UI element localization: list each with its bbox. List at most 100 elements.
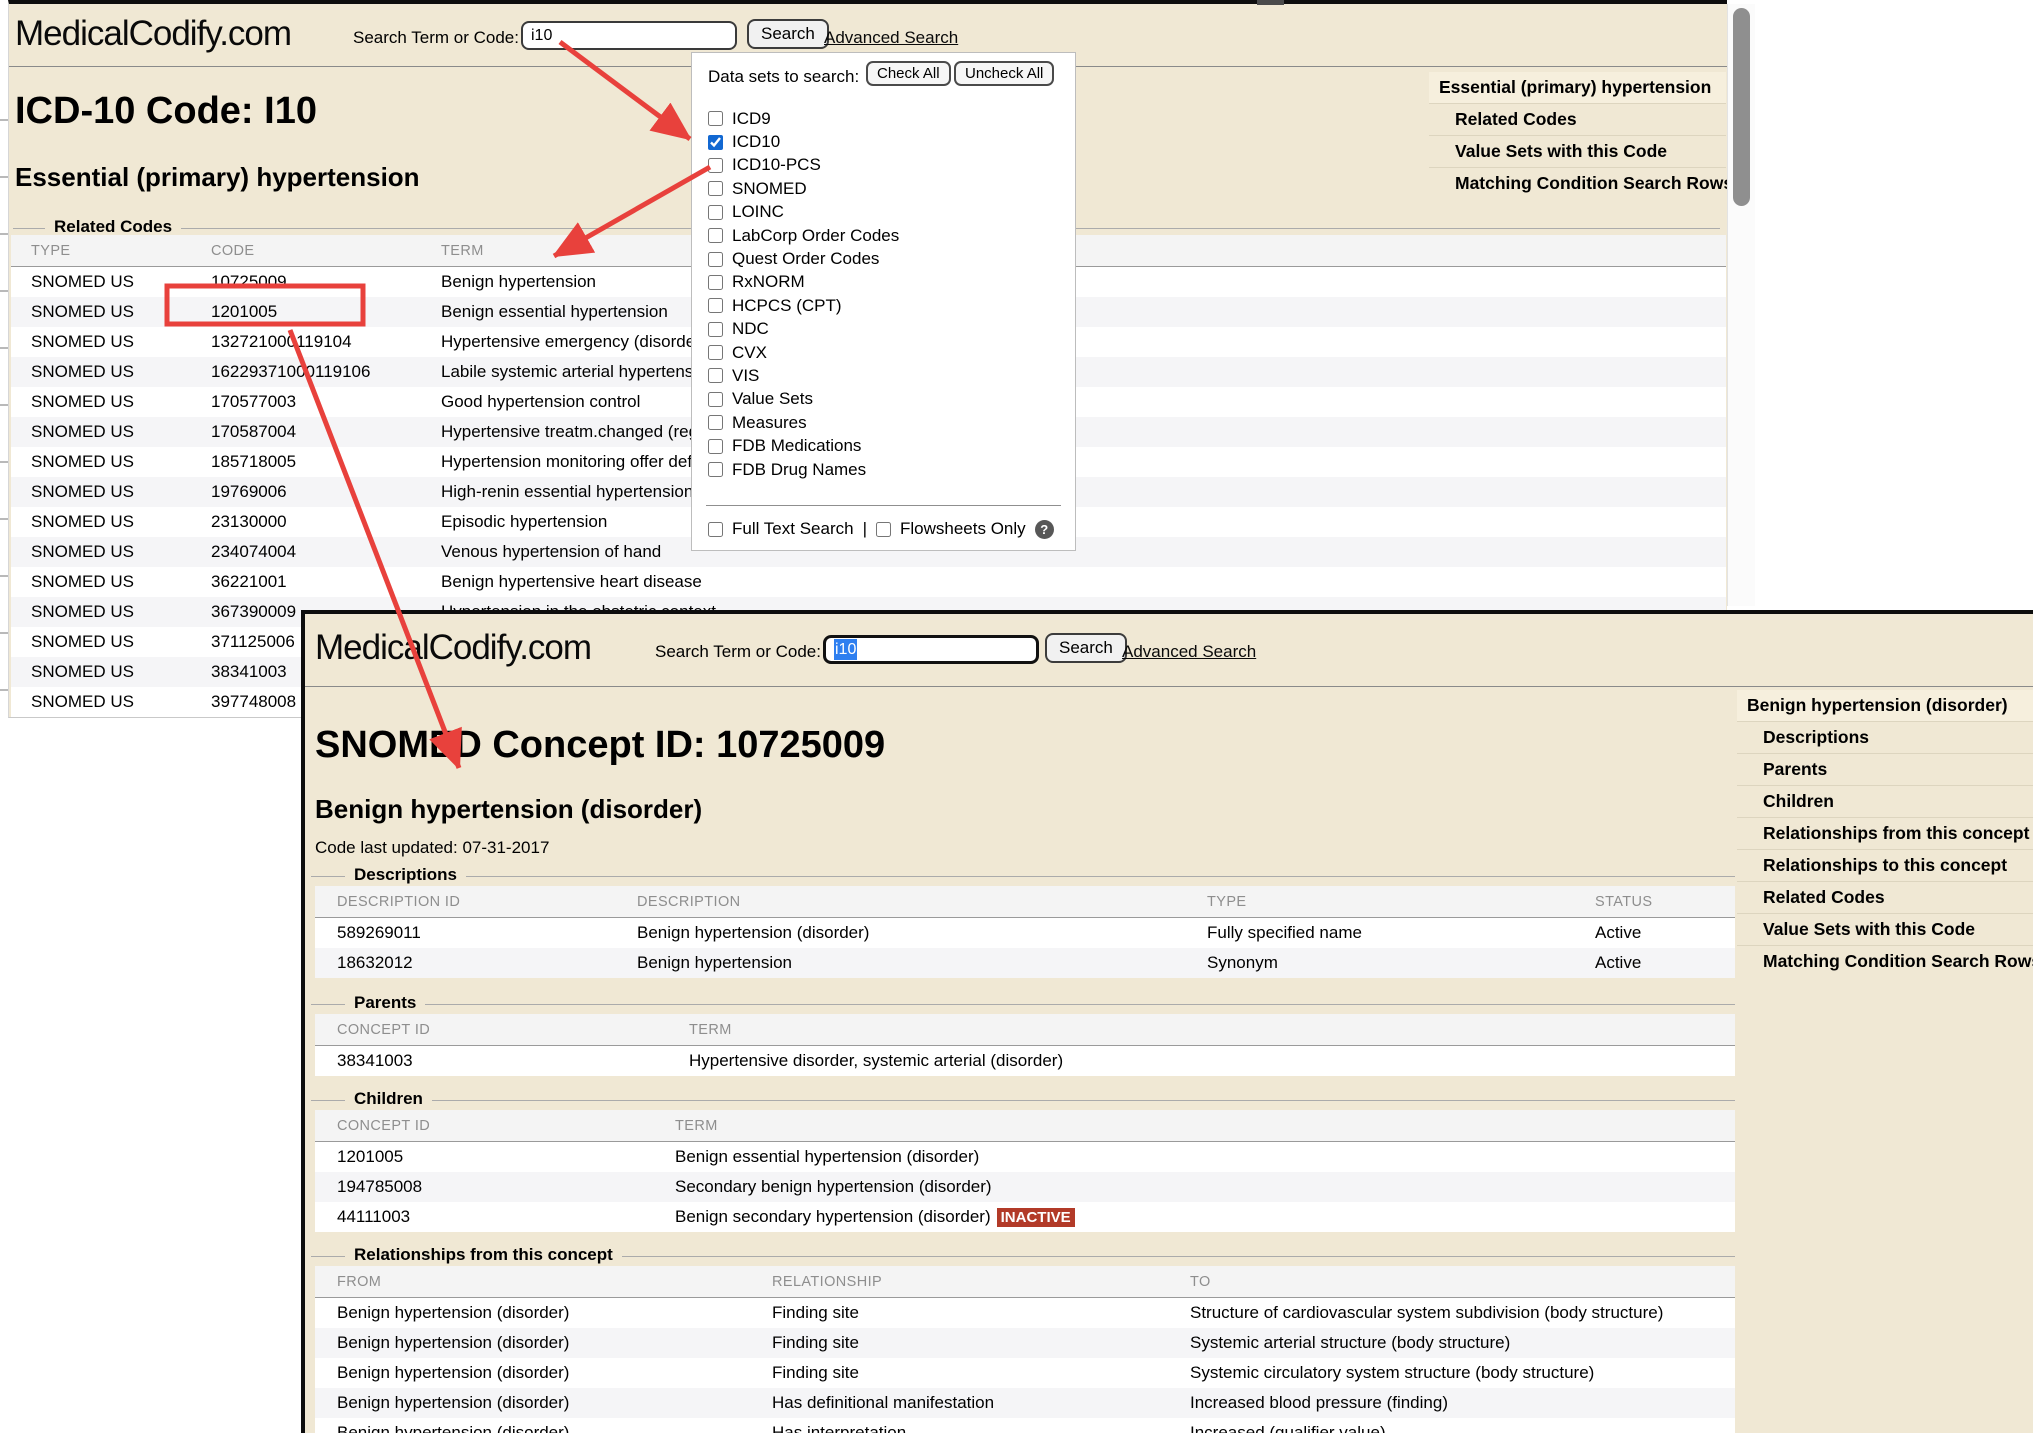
dataset-checkbox[interactable] bbox=[708, 462, 723, 477]
status-badge: INACTIVE bbox=[997, 1208, 1075, 1227]
search-button[interactable]: Search bbox=[1045, 633, 1127, 663]
table-row: 589269011 Benign hypertension (disorder)… bbox=[315, 918, 1735, 948]
dataset-option: SNOMED bbox=[708, 177, 899, 200]
dataset-checkbox[interactable] bbox=[708, 298, 723, 313]
dataset-option-label: Measures bbox=[732, 413, 807, 433]
dataset-checkbox[interactable] bbox=[708, 415, 723, 430]
from-cell: Benign hypertension (disorder) bbox=[337, 1303, 772, 1323]
sidebar-item[interactable]: Children bbox=[1737, 785, 2033, 817]
scrollbar-thumb[interactable] bbox=[1733, 8, 1750, 206]
type-cell: SNOMED US bbox=[31, 452, 211, 472]
flowsheets-only-label: Flowsheets Only bbox=[900, 519, 1026, 539]
sidebar-item-label: Related Codes bbox=[1455, 109, 1577, 129]
flowsheets-only-checkbox[interactable] bbox=[876, 522, 891, 537]
full-text-search-label: Full Text Search bbox=[732, 519, 854, 539]
type-cell: SNOMED US bbox=[31, 422, 211, 442]
code-cell: 234074004 bbox=[211, 542, 441, 562]
description-cell: Benign hypertension (disorder) bbox=[637, 923, 1207, 943]
dataset-option: FDB Drug Names bbox=[708, 458, 899, 481]
column-header: TO bbox=[1190, 1274, 1735, 1290]
sidebar-item[interactable]: Related Codes bbox=[1429, 103, 1726, 135]
concept-id-cell: 38341003 bbox=[337, 1051, 689, 1071]
sidebar-item[interactable]: Relationships from this concept bbox=[1737, 817, 2033, 849]
to-cell: Increased (qualifier value) bbox=[1190, 1423, 1735, 1433]
sidebar-item[interactable]: Benign hypertension (disorder) bbox=[1737, 690, 2033, 721]
sidebar-item[interactable]: Value Sets with this Code bbox=[1429, 135, 1726, 167]
sidebar-item[interactable]: Value Sets with this Code bbox=[1737, 913, 2033, 945]
dataset-option: VIS bbox=[708, 364, 899, 387]
sidebar-item-label: Matching Condition Search Rows bbox=[1763, 951, 2033, 971]
section-border bbox=[311, 876, 1735, 877]
sidebar-item[interactable]: Matching Condition Search Rows bbox=[1429, 167, 1726, 199]
column-header: DESCRIPTION bbox=[637, 894, 1207, 910]
dataset-checkbox[interactable] bbox=[708, 322, 723, 337]
panel-footer: Full Text Search | Flowsheets Only ? bbox=[708, 519, 1054, 539]
advanced-search-link[interactable]: Advanced Search bbox=[1122, 642, 1256, 662]
sidebar-item-label: Relationships from this concept bbox=[1763, 823, 2029, 843]
relationship-cell: Finding site bbox=[772, 1303, 1190, 1323]
dataset-checkbox[interactable] bbox=[708, 158, 723, 173]
relationship-cell: Finding site bbox=[772, 1333, 1190, 1353]
help-icon[interactable]: ? bbox=[1035, 520, 1054, 539]
dataset-checkbox[interactable] bbox=[708, 228, 723, 243]
check-all-button[interactable]: Check All bbox=[866, 61, 951, 86]
sidebar-item[interactable]: Relationships to this concept bbox=[1737, 849, 2033, 881]
related-codes-legend: Related Codes bbox=[45, 217, 181, 237]
column-header: FROM bbox=[337, 1274, 772, 1290]
dataset-option-label: RxNORM bbox=[732, 272, 805, 292]
children-table: CONCEPT IDTERM 1201005 Benign essential … bbox=[315, 1110, 1735, 1232]
search-input[interactable]: i10 bbox=[823, 635, 1039, 664]
dataset-option-label: HCPCS (CPT) bbox=[732, 296, 842, 316]
search-input[interactable] bbox=[521, 21, 737, 50]
sidebar-item-label: Descriptions bbox=[1763, 727, 1869, 747]
datasets-panel: Data sets to search: Check All Uncheck A… bbox=[691, 52, 1076, 551]
scrollbar-track[interactable] bbox=[1727, 4, 1755, 606]
sidebar-item[interactable]: Essential (primary) hypertension bbox=[1429, 72, 1726, 103]
column-header: TERM bbox=[675, 1118, 1735, 1134]
section-border bbox=[311, 1100, 1735, 1101]
dataset-checkbox[interactable] bbox=[708, 205, 723, 220]
dataset-checkbox[interactable] bbox=[708, 111, 723, 126]
dataset-option: CVX bbox=[708, 341, 899, 364]
code-cell: 132721000119104 bbox=[211, 332, 441, 352]
sidebar-item[interactable]: Matching Condition Search Rows bbox=[1737, 945, 2033, 977]
dataset-option-label: CVX bbox=[732, 343, 767, 363]
from-cell: Benign hypertension (disorder) bbox=[337, 1333, 772, 1353]
term-cell: High-renin essential hypertension bbox=[441, 482, 1726, 502]
dataset-checkbox[interactable] bbox=[708, 252, 723, 267]
advanced-search-link[interactable]: Advanced Search bbox=[824, 28, 958, 48]
sidebar-item[interactable]: Related Codes bbox=[1737, 881, 2033, 913]
column-header: TYPE bbox=[31, 243, 211, 259]
section-nav-sidebar: Benign hypertension (disorder) Descripti… bbox=[1737, 690, 2033, 977]
dataset-checkbox[interactable] bbox=[708, 392, 723, 407]
column-header: TERM bbox=[689, 1022, 1735, 1038]
sidebar-item-label: Benign hypertension (disorder) bbox=[1747, 695, 2008, 715]
to-cell: Increased blood pressure (finding) bbox=[1190, 1393, 1735, 1413]
term-cell: Benign essential hypertension bbox=[441, 302, 1726, 322]
dataset-option-label: FDB Medications bbox=[732, 436, 861, 456]
dataset-checkbox[interactable] bbox=[708, 135, 723, 150]
dataset-option-label: SNOMED bbox=[732, 179, 807, 199]
column-header: CONCEPT ID bbox=[337, 1022, 689, 1038]
dataset-checkbox[interactable] bbox=[708, 181, 723, 196]
sidebar-item[interactable]: Descriptions bbox=[1737, 721, 2033, 753]
type-cell: SNOMED US bbox=[31, 662, 211, 682]
full-text-search-checkbox[interactable] bbox=[708, 522, 723, 537]
dataset-checkbox[interactable] bbox=[708, 368, 723, 383]
from-cell: Benign hypertension (disorder) bbox=[337, 1363, 772, 1383]
parents-table: CONCEPT IDTERM 38341003 Hypertensive dis… bbox=[315, 1014, 1735, 1076]
search-label: Search Term or Code: bbox=[655, 642, 821, 662]
dataset-checkbox[interactable] bbox=[708, 439, 723, 454]
table-row: 38341003 Hypertensive disorder, systemic… bbox=[315, 1046, 1735, 1076]
dataset-option-label: VIS bbox=[732, 366, 759, 386]
search-button[interactable]: Search bbox=[747, 19, 829, 49]
uncheck-all-button[interactable]: Uncheck All bbox=[954, 61, 1054, 86]
dataset-option: HCPCS (CPT) bbox=[708, 294, 899, 317]
dataset-option: Value Sets bbox=[708, 388, 899, 411]
dataset-option: ICD10 bbox=[708, 130, 899, 153]
type-cell: SNOMED US bbox=[31, 482, 211, 502]
page-title: SNOMED Concept ID: 10725009 bbox=[315, 724, 885, 767]
dataset-checkbox[interactable] bbox=[708, 345, 723, 360]
sidebar-item[interactable]: Parents bbox=[1737, 753, 2033, 785]
dataset-checkbox[interactable] bbox=[708, 275, 723, 290]
